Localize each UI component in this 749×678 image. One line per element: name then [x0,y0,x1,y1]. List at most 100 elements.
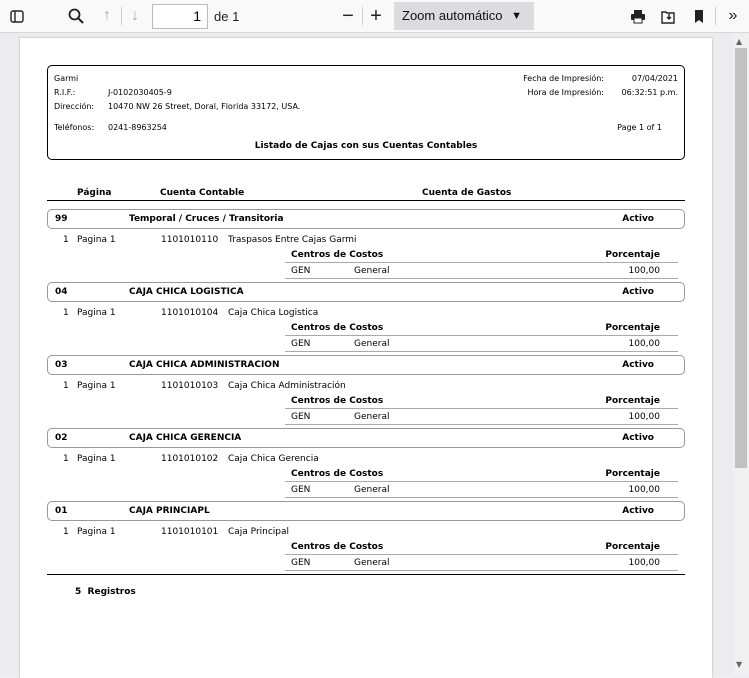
pdf-toolbar: ↑ ↓ 1 de 1 − + Zoom automático ▼ » [0,0,749,33]
cost-center-percentage: 100,00 [628,485,661,495]
row-number: 1 [63,454,69,464]
header-rule [47,200,685,201]
row-account-name: Caja Chica Administración [228,381,346,391]
caja-group: 02 CAJA CHICA GERENCIA Activo 1 Pagina 1… [47,428,685,501]
caja-group: 04 CAJA CHICA LOGISTICA Activo 1 Pagina … [47,282,685,355]
footer-rule [47,574,685,575]
row-account: 1101010101 [161,527,219,537]
cost-center-name: General [354,412,390,422]
row-account: 1101010104 [161,308,219,318]
caja-code: 03 [55,360,68,370]
row-account-name: Caja Chica Logistica [228,308,319,318]
cost-center-header: Centros de Costos [291,542,384,552]
phones-value: 0241-8963254 [108,123,167,132]
cost-center-percentage: 100,00 [628,412,661,422]
caja-header: 02 CAJA CHICA GERENCIA Activo [47,428,685,448]
divider [285,481,678,482]
caja-group: 99 Temporal / Cruces / Transitoria Activ… [47,209,685,282]
caja-header: 99 Temporal / Cruces / Transitoria Activ… [47,209,685,229]
row-number: 1 [63,527,69,537]
cost-center-header: Centros de Costos [291,250,384,260]
cost-center-percentage: 100,00 [628,558,661,568]
column-header-pagina: Página [77,188,112,198]
cost-center-code: GEN [291,339,311,349]
scrollbar-thumb[interactable] [735,48,747,468]
caja-code: 99 [55,214,68,224]
sidebar-toggle-icon[interactable] [6,5,28,27]
cost-center-code: GEN [291,266,311,276]
print-date-label: Fecha de Impresión: [523,74,604,83]
cost-center-header: Centros de Costos [291,396,384,406]
divider [285,351,678,352]
next-page-icon[interactable]: ↓ [124,5,146,27]
caja-code: 04 [55,287,68,297]
company-name: Garmi [54,74,79,83]
divider [285,408,678,409]
divider [285,570,678,571]
row-account: 1101010102 [161,454,219,464]
record-count: 5 Registros [75,587,136,597]
rif-value: J-0102030405-9 [108,88,172,97]
report-title: Listado de Cajas con sus Cuentas Contabl… [254,141,478,151]
percentage-header: Porcentaje [605,542,660,552]
print-time: 06:32:51 p.m. [621,88,678,97]
caja-name: CAJA CHICA GERENCIA [129,433,242,443]
tools-menu-icon[interactable]: » [722,5,744,27]
column-header-cuenta-contable: Cuenta Contable [160,188,245,198]
cost-center-name: General [354,339,390,349]
zoom-value: Zoom automático [402,8,503,23]
page-number-input[interactable]: 1 [152,4,208,29]
caja-name: CAJA CHICA ADMINISTRACION [129,360,280,370]
row-pagina: Pagina 1 [77,235,116,245]
caja-header: 01 CAJA PRINCIAPL Activo [47,501,685,521]
divider [285,497,678,498]
row-pagina: Pagina 1 [77,308,116,318]
cost-center-name: General [354,558,390,568]
row-pagina: Pagina 1 [77,381,116,391]
zoom-in-icon[interactable]: + [365,5,387,27]
print-icon[interactable] [626,5,650,27]
print-date: 07/04/2021 [631,74,678,83]
search-icon[interactable] [64,5,88,27]
print-time-label: Hora de Impresión: [527,88,604,97]
save-download-icon[interactable] [656,5,680,27]
divider [285,278,678,279]
record-count-value: 5 [75,587,82,597]
caja-header: 03 CAJA CHICA ADMINISTRACION Activo [47,355,685,375]
row-account-name: Traspasos Entre Cajas Garmi [228,235,357,245]
zoom-out-icon[interactable]: − [337,5,359,27]
phones-label: Teléfonos: [54,123,95,132]
address-value: 10470 NW 26 Street, Doral, Florida 33172… [108,102,301,111]
row-number: 1 [63,308,69,318]
cost-center-header: Centros de Costos [291,469,384,479]
caja-code: 01 [55,506,68,516]
chevron-down-icon: ▼ [511,10,522,22]
page-count: de 1 [214,9,240,24]
column-header-cuenta-gastos: Cuenta de Gastos [422,188,512,198]
cost-center-code: GEN [291,558,311,568]
percentage-header: Porcentaje [605,250,660,260]
caja-status: Activo [622,214,654,224]
caja-group: 03 CAJA CHICA ADMINISTRACION Activo 1 Pa… [47,355,685,428]
rif-label: R.I.F.: [54,88,76,97]
vertical-scrollbar[interactable]: ▲ ▼ [733,34,749,673]
divider [285,262,678,263]
cost-center-name: General [354,485,390,495]
caja-status: Activo [622,433,654,443]
bookmark-icon[interactable] [688,5,710,27]
percentage-header: Porcentaje [605,396,660,406]
caja-group: 01 CAJA PRINCIAPL Activo 1 Pagina 1 1101… [47,501,685,574]
cost-center-code: GEN [291,485,311,495]
previous-page-icon[interactable]: ↑ [96,5,118,27]
cost-center-header: Centros de Costos [291,323,384,333]
percentage-header: Porcentaje [605,469,660,479]
caja-header: 04 CAJA CHICA LOGISTICA Activo [47,282,685,302]
pdf-page: Garmi R.I.F.: J-0102030405-9 Dirección: … [20,38,712,678]
row-account-name: Caja Chica Gerencia [228,454,319,464]
divider [285,554,678,555]
zoom-select[interactable]: Zoom automático ▼ [394,2,534,30]
caja-status: Activo [622,287,654,297]
caja-status: Activo [622,506,654,516]
cost-center-name: General [354,266,390,276]
row-account: 1101010110 [161,235,219,245]
